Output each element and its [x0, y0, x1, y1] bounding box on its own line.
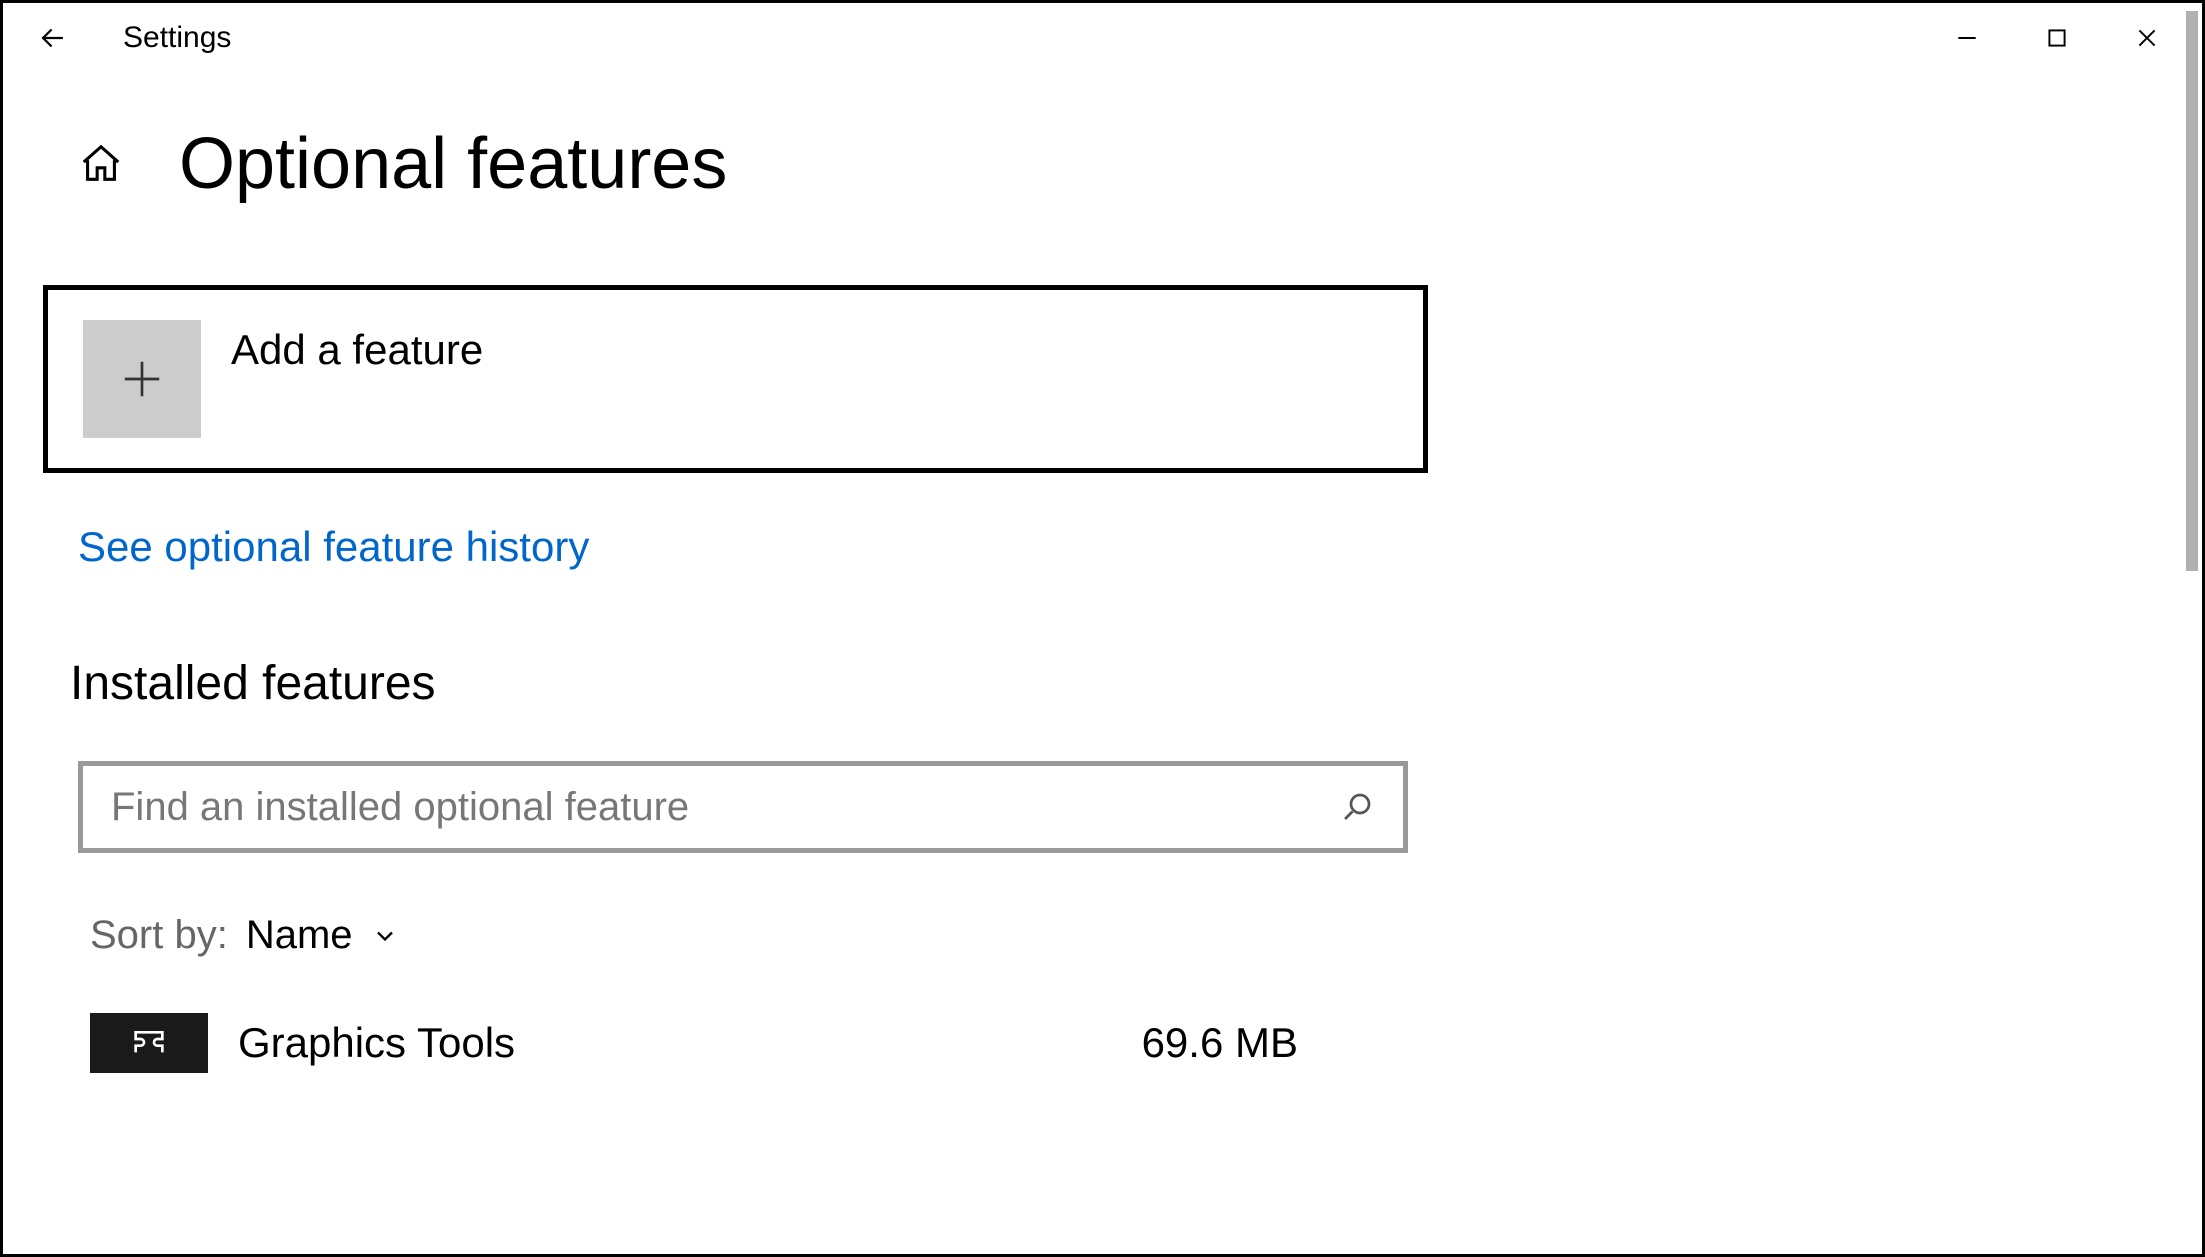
feature-size: 69.6 MB	[1142, 1019, 1298, 1067]
scrollbar[interactable]	[2186, 11, 2198, 571]
minimize-icon	[1954, 25, 1980, 51]
sort-label: Sort by:	[90, 913, 228, 958]
feature-name: Graphics Tools	[238, 1019, 1112, 1067]
plus-icon	[119, 356, 165, 402]
back-button[interactable]	[23, 8, 83, 68]
chevron-down-icon	[371, 922, 399, 950]
sort-by-button[interactable]: Sort by: Name	[90, 913, 1378, 958]
titlebar: Settings	[3, 3, 2202, 73]
add-feature-button[interactable]: Add a feature	[43, 285, 1428, 473]
feature-history-link[interactable]: See optional feature history	[78, 523, 589, 571]
close-button[interactable]	[2102, 8, 2192, 68]
sort-value: Name	[246, 913, 353, 958]
search-icon	[1339, 789, 1375, 825]
page-header: Optional features	[78, 123, 1378, 205]
window-controls	[1922, 3, 2192, 73]
puzzle-icon	[121, 1029, 177, 1069]
installed-features-heading: Installed features	[70, 656, 1378, 711]
content: Optional features Add a feature See opti…	[3, 73, 1453, 1073]
arrow-left-icon	[36, 21, 70, 55]
search-wrap	[78, 761, 1408, 853]
maximize-icon	[2044, 25, 2070, 51]
plus-tile	[83, 320, 201, 438]
feature-row[interactable]: Graphics Tools 69.6 MB	[90, 1013, 1378, 1073]
feature-tile	[90, 1013, 208, 1073]
app-title: Settings	[123, 21, 231, 55]
home-icon[interactable]	[78, 141, 124, 187]
page-title: Optional features	[179, 123, 727, 205]
search-input[interactable]	[111, 785, 1339, 830]
close-icon	[2134, 25, 2160, 51]
maximize-button[interactable]	[2012, 8, 2102, 68]
add-feature-label: Add a feature	[231, 326, 483, 374]
minimize-button[interactable]	[1922, 8, 2012, 68]
